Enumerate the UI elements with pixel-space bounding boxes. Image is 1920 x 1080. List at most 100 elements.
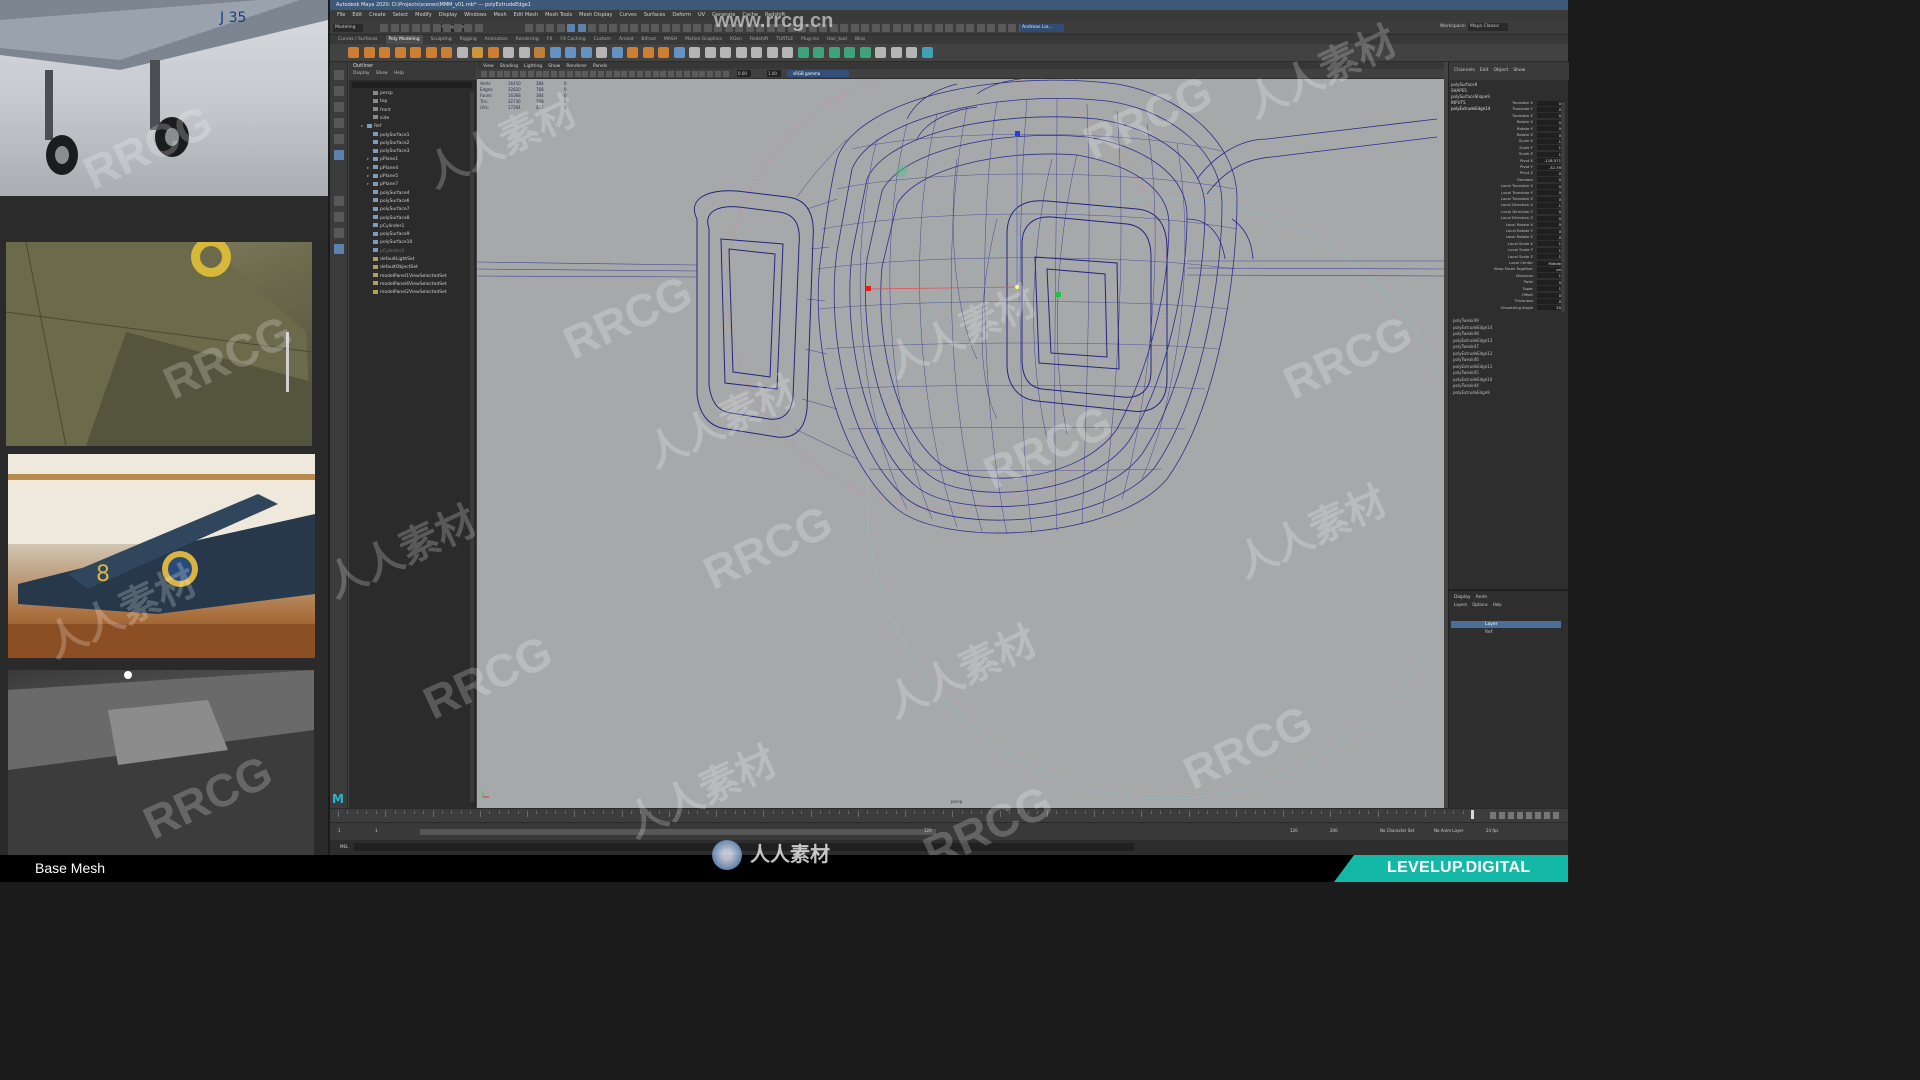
menu-modify[interactable]: Modify: [415, 10, 432, 21]
current-time-marker[interactable]: [1471, 810, 1474, 819]
workspace-dropdown[interactable]: Maya Classic: [1468, 23, 1508, 31]
status-tool-icon[interactable]: [871, 24, 880, 32]
fps-dropdown[interactable]: 24 fps: [1486, 828, 1498, 833]
status-tool-icon[interactable]: [966, 24, 974, 32]
outliner-menu-display[interactable]: Display: [353, 71, 370, 76]
channel-attribute-row[interactable]: Twist 0: [1449, 279, 1565, 285]
shelf-tool-icon[interactable]: [751, 47, 762, 58]
menu-edit[interactable]: Edit: [352, 10, 362, 21]
channel-box-scrollbar[interactable]: [1561, 102, 1565, 312]
menu-mesh[interactable]: Mesh: [493, 10, 506, 21]
status-tool-icon[interactable]: [556, 24, 565, 32]
status-tool-icon[interactable]: [401, 24, 409, 32]
channel-attribute-row[interactable]: Pivot X -118.571: [1449, 158, 1565, 164]
play-backwards-icon[interactable]: [1517, 812, 1523, 819]
shelf-tool-icon[interactable]: [921, 47, 933, 58]
channel-attribute-row[interactable]: Divisions 1: [1449, 273, 1565, 279]
channel-attribute-row[interactable]: Rotate Y 0: [1449, 126, 1565, 132]
shelf-tool-icon[interactable]: [642, 47, 654, 58]
status-tool-icon[interactable]: [955, 24, 964, 32]
outliner-scrollbar[interactable]: [470, 92, 474, 802]
channel-attribute-row[interactable]: Local Direction Y 0: [1449, 209, 1565, 215]
menu-create[interactable]: Create: [369, 10, 386, 21]
shelf-tool-icon[interactable]: [456, 47, 468, 58]
shelf-tool-icon[interactable]: [549, 47, 561, 58]
viewport-toolbar-icon[interactable]: [699, 71, 706, 77]
viewport-toolbar-icon[interactable]: [566, 71, 573, 77]
layer-row[interactable]: Ref: [1451, 629, 1561, 636]
viewport-toolbar-icon[interactable]: [535, 71, 542, 77]
status-tool-icon[interactable]: [882, 24, 890, 32]
channel-attribute-row[interactable]: Scale Z 1: [1449, 151, 1565, 157]
channel-attribute-row[interactable]: Taper 1: [1449, 286, 1565, 292]
shelf-tab-motion-graphics[interactable]: Motion Graphics: [685, 35, 722, 44]
status-tool-icon[interactable]: [997, 24, 1006, 32]
shelf-tab-curves-surfaces[interactable]: Curves / Surfaces: [338, 35, 378, 44]
history-node-item[interactable]: polyExtrudeEdge12: [1453, 351, 1492, 356]
history-node-item[interactable]: polyTweak48: [1453, 331, 1479, 336]
status-tool-icon[interactable]: [892, 24, 901, 32]
status-tool-icon[interactable]: [422, 24, 430, 32]
history-node-item[interactable]: polyTweak44: [1453, 383, 1479, 388]
shelf-tool-icon[interactable]: [890, 47, 902, 58]
history-node-item[interactable]: polyTweak45: [1453, 370, 1479, 375]
channel-attribute-value[interactable]: 1: [1537, 254, 1563, 260]
menuset-dropdown[interactable]: Modeling: [333, 24, 363, 32]
shelf-tool-icon[interactable]: [363, 47, 375, 58]
select-tool-icon[interactable]: [334, 70, 344, 80]
channel-attribute-row[interactable]: Local Translate Y 0: [1449, 190, 1565, 196]
channel-attribute-row[interactable]: Local Center Middle: [1449, 260, 1565, 266]
channel-attribute-value[interactable]: 0: [1537, 113, 1563, 119]
channel-attribute-row[interactable]: Random 0: [1449, 177, 1565, 183]
viewport-toolbar-icon[interactable]: [574, 71, 581, 77]
channel-attribute-row[interactable]: Rotate Z 0: [1449, 132, 1565, 138]
shelf-tool-icon[interactable]: [828, 47, 840, 58]
status-tool-icon[interactable]: [693, 24, 701, 32]
shelf-tab-sculpting[interactable]: Sculpting: [431, 35, 452, 44]
go-to-start-icon[interactable]: [1490, 812, 1496, 819]
shelf-tab-redshift[interactable]: Redshift: [750, 35, 768, 44]
channel-attribute-value[interactable]: 1: [1537, 138, 1563, 144]
status-tool-icon[interactable]: [609, 24, 617, 32]
step-forward-key-icon[interactable]: [1544, 812, 1550, 819]
shelf-tab-rendering[interactable]: Rendering: [516, 35, 539, 44]
channel-attribute-value[interactable]: 0: [1537, 126, 1563, 132]
shelf-tool-icon[interactable]: [518, 47, 530, 58]
layer-menu-help[interactable]: Help: [1493, 602, 1502, 607]
channel-attribute-row[interactable]: Scale Y 1: [1449, 145, 1565, 151]
channel-attribute-value[interactable]: 1: [1537, 286, 1563, 292]
status-tool-icon[interactable]: [525, 24, 533, 32]
channel-attribute-value[interactable]: 1: [1537, 247, 1563, 253]
shelf-tool-icon[interactable]: [472, 47, 483, 58]
status-tool-icon[interactable]: [703, 24, 712, 32]
y-axis-handle[interactable]: [1056, 292, 1061, 297]
channel-attribute-value[interactable]: 0: [1537, 292, 1563, 298]
channel-attribute-value[interactable]: 0: [1537, 234, 1563, 240]
shelf-tool-icon[interactable]: [735, 47, 747, 58]
layer-tab-display[interactable]: Display: [1454, 595, 1471, 600]
channel-attribute-value[interactable]: 1: [1537, 241, 1563, 247]
x-axis-handle[interactable]: [866, 286, 871, 291]
status-tool-icon[interactable]: [945, 24, 953, 32]
color-space-dropdown[interactable]: sRGB gamma: [787, 70, 849, 77]
channel-attribute-value[interactable]: Middle: [1537, 260, 1563, 266]
viewport-toolbar-icon[interactable]: [520, 71, 526, 77]
menu-select[interactable]: Select: [393, 10, 408, 21]
viewport-toolbar-icon[interactable]: [543, 71, 550, 77]
history-node-item[interactable]: polyExtrudeEdge9: [1453, 390, 1490, 395]
viewport-toolbar-icon[interactable]: [598, 71, 604, 77]
shelf-tab-rigging[interactable]: Rigging: [460, 35, 477, 44]
status-tool-icon[interactable]: [924, 24, 932, 32]
status-tool-icon[interactable]: [390, 24, 399, 32]
channel-attribute-value[interactable]: 0: [1537, 298, 1563, 304]
status-tool-icon[interactable]: [535, 24, 544, 32]
shelf-tab-poly-modeling[interactable]: Poly Modeling: [385, 35, 423, 44]
shelf-tool-icon[interactable]: [611, 47, 623, 58]
status-tool-icon[interactable]: [840, 24, 848, 32]
viewport-toolbar-icon[interactable]: [644, 71, 651, 77]
status-tool-icon[interactable]: [987, 24, 995, 32]
shelf-tool-icon[interactable]: [689, 47, 700, 58]
play-forwards-icon[interactable]: [1526, 812, 1532, 819]
rotate-tool-icon[interactable]: [334, 134, 344, 144]
status-tool-icon[interactable]: [443, 24, 451, 32]
